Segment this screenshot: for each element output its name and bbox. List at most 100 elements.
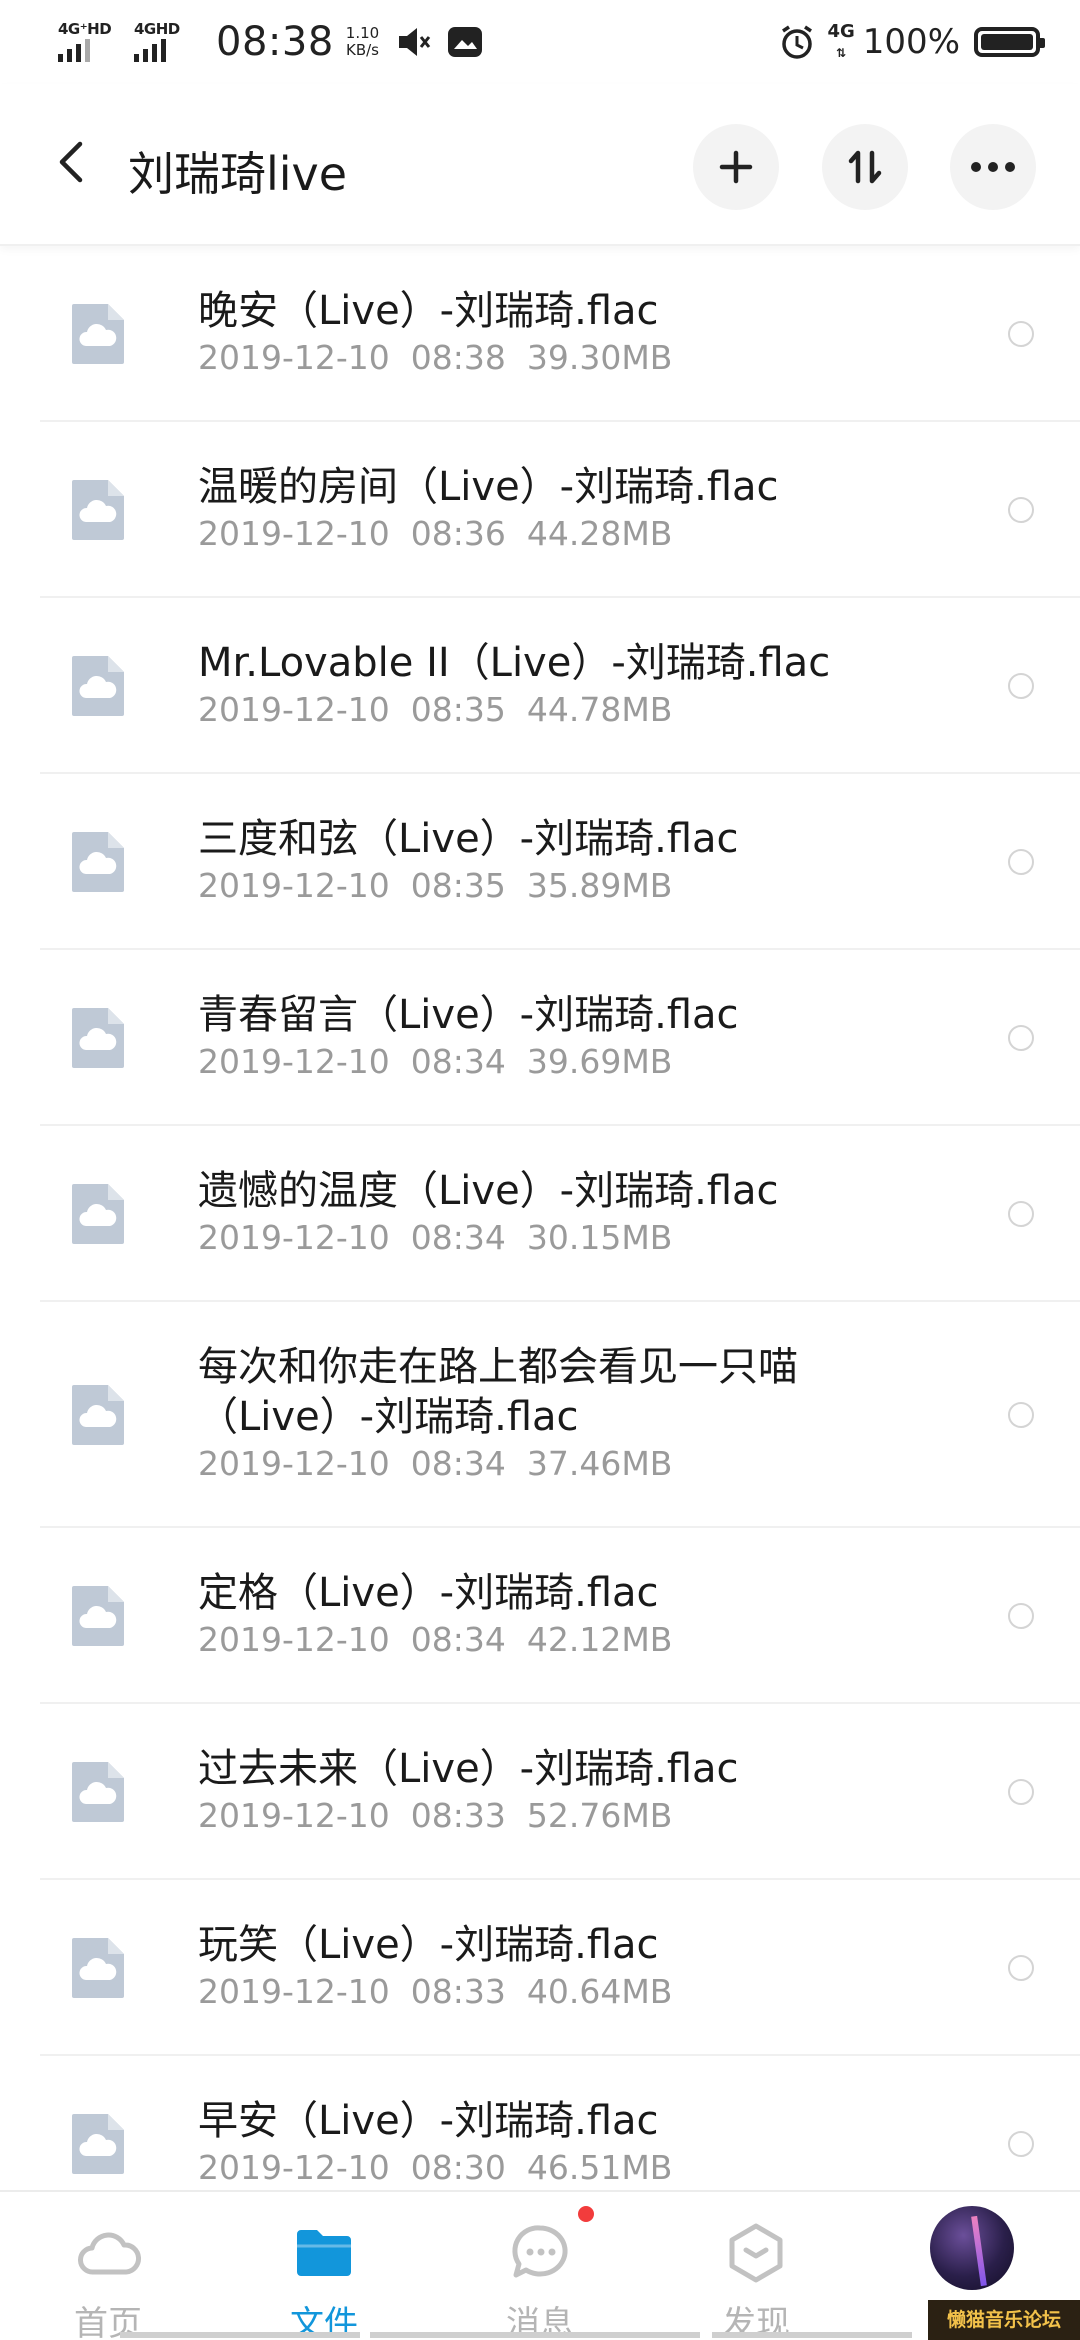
speed-value: 1.10	[345, 24, 380, 42]
file-name: 每次和你走在路上都会看见一只喵 （Live）-刘瑞琦.flac	[198, 1342, 898, 1442]
file-meta: 2019-12-10 08:33 40.64MB	[198, 1972, 672, 2011]
select-checkbox[interactable]	[1008, 1603, 1034, 1629]
file-name: 定格（Live）-刘瑞琦.flac	[198, 1570, 659, 1616]
file-cloud-icon	[72, 1586, 124, 1646]
select-checkbox[interactable]	[1008, 1955, 1034, 1981]
select-checkbox[interactable]	[1008, 497, 1034, 523]
file-cloud-icon	[72, 2114, 124, 2174]
file-name: 三度和弦（Live）-刘瑞琦.flac	[198, 816, 739, 862]
file-time: 08:34	[410, 1042, 506, 1081]
file-row[interactable]: 晚安（Live）-刘瑞琦.flac 2019-12-10 08:38 39.30…	[0, 246, 1080, 422]
file-row[interactable]: 每次和你走在路上都会看见一只喵 （Live）-刘瑞琦.flac 2019-12-…	[0, 1302, 1080, 1528]
select-checkbox[interactable]	[1008, 673, 1034, 699]
unread-badge	[578, 2206, 594, 2222]
speed-unit: KB/s	[345, 41, 379, 59]
discover-icon	[729, 2223, 783, 2283]
file-name-line: 每次和你走在路上都会看见一只喵	[198, 1344, 798, 1390]
back-button[interactable]	[44, 134, 100, 190]
file-row[interactable]: 温暖的房间（Live）-刘瑞琦.flac 2019-12-10 08:36 44…	[0, 422, 1080, 598]
network-type-icon: 4G ⇅	[827, 20, 855, 60]
battery-percent: 100%	[862, 22, 960, 62]
file-size: 46.51MB	[526, 2148, 673, 2187]
file-date: 2019-12-10	[198, 514, 390, 553]
file-date: 2019-12-10	[198, 2148, 390, 2187]
scroll-indicator	[120, 2332, 360, 2338]
top-app-bar: 刘瑞琦live	[0, 84, 1080, 246]
file-size: 44.28MB	[526, 514, 673, 553]
file-date: 2019-12-10	[198, 866, 390, 905]
sort-icon	[848, 150, 882, 184]
file-name: 遗憾的温度（Live）-刘瑞琦.flac	[198, 1168, 779, 1214]
network-speed: 1.10 KB/s	[346, 25, 379, 59]
file-meta: 2019-12-10 08:38 39.30MB	[198, 338, 672, 377]
file-cloud-icon	[72, 480, 124, 540]
nav-discover[interactable]: 发现	[656, 2192, 856, 2340]
file-name: 早安（Live）-刘瑞琦.flac	[198, 2098, 659, 2144]
chat-icon	[512, 2225, 568, 2278]
avatar[interactable]	[930, 2206, 1014, 2290]
file-time: 08:35	[410, 866, 506, 905]
file-time: 08:36	[410, 514, 506, 553]
file-name: 晚安（Live）-刘瑞琦.flac	[198, 288, 659, 334]
file-date: 2019-12-10	[198, 1796, 390, 1835]
file-meta: 2019-12-10 08:33 52.76MB	[198, 1796, 672, 1835]
select-checkbox[interactable]	[1008, 849, 1034, 875]
file-row[interactable]: 定格（Live）-刘瑞琦.flac 2019-12-10 08:34 42.12…	[0, 1528, 1080, 1704]
file-name: Mr.Lovable II（Live）-刘瑞琦.flac	[198, 640, 831, 686]
bottom-nav: 首页 文件 消息 发现	[0, 2190, 1080, 2340]
file-date: 2019-12-10	[198, 1620, 390, 1659]
file-meta: 2019-12-10 08:34 30.15MB	[198, 1218, 672, 1257]
file-time: 08:33	[410, 1796, 506, 1835]
sim1-signal-icon: 4G⁺HD	[58, 20, 124, 64]
file-row[interactable]: 遗憾的温度（Live）-刘瑞琦.flac 2019-12-10 08:34 30…	[0, 1126, 1080, 1302]
file-name: 青春留言（Live）-刘瑞琦.flac	[198, 992, 739, 1038]
file-meta: 2019-12-10 08:35 35.89MB	[198, 866, 672, 905]
file-date: 2019-12-10	[198, 338, 390, 377]
status-time: 08:38	[216, 19, 334, 65]
file-row[interactable]: 三度和弦（Live）-刘瑞琦.flac 2019-12-10 08:35 35.…	[0, 774, 1080, 950]
more-button[interactable]	[950, 124, 1036, 210]
sim1-label: 4G⁺HD	[58, 20, 112, 38]
add-button[interactable]	[693, 124, 779, 210]
sort-button[interactable]	[822, 124, 908, 210]
select-checkbox[interactable]	[1008, 1201, 1034, 1227]
nav-files[interactable]: 文件	[224, 2192, 424, 2340]
file-row[interactable]: 玩笑（Live）-刘瑞琦.flac 2019-12-10 08:33 40.64…	[0, 1880, 1080, 2056]
select-checkbox[interactable]	[1008, 1779, 1034, 1805]
file-time: 08:34	[410, 1444, 506, 1483]
file-name: 温暖的房间（Live）-刘瑞琦.flac	[198, 464, 779, 510]
folder-icon	[297, 2230, 351, 2276]
file-cloud-icon	[72, 656, 124, 716]
select-checkbox[interactable]	[1008, 321, 1034, 347]
nav-home[interactable]: 首页	[8, 2192, 208, 2340]
file-name: 过去未来（Live）-刘瑞琦.flac	[198, 1746, 739, 1792]
file-cloud-icon	[72, 1008, 124, 1068]
file-size: 40.64MB	[526, 1972, 673, 2011]
file-meta: 2019-12-10 08:35 44.78MB	[198, 690, 672, 729]
file-meta: 2019-12-10 08:34 39.69MB	[198, 1042, 672, 1081]
file-date: 2019-12-10	[198, 1218, 390, 1257]
file-row[interactable]: 过去未来（Live）-刘瑞琦.flac 2019-12-10 08:33 52.…	[0, 1704, 1080, 1880]
file-time: 08:38	[410, 338, 506, 377]
back-icon	[59, 141, 83, 183]
file-time: 08:34	[410, 1218, 506, 1257]
select-checkbox[interactable]	[1008, 1025, 1034, 1051]
network-type-label: 4G	[827, 20, 855, 42]
select-checkbox[interactable]	[1008, 1402, 1034, 1428]
file-date: 2019-12-10	[198, 1972, 390, 2011]
file-size: 52.76MB	[526, 1796, 673, 1835]
file-cloud-icon	[72, 1385, 124, 1445]
file-date: 2019-12-10	[198, 1042, 390, 1081]
file-row[interactable]: Mr.Lovable II（Live）-刘瑞琦.flac 2019-12-10 …	[0, 598, 1080, 774]
select-checkbox[interactable]	[1008, 2131, 1034, 2157]
watermark: 懒猫音乐论坛	[928, 2300, 1080, 2340]
file-meta: 2019-12-10 08:34 37.46MB	[198, 1444, 672, 1483]
file-cloud-icon	[72, 1184, 124, 1244]
file-meta: 2019-12-10 08:30 46.51MB	[198, 2148, 672, 2187]
file-date: 2019-12-10	[198, 690, 390, 729]
file-time: 08:33	[410, 1972, 506, 2011]
file-row[interactable]: 青春留言（Live）-刘瑞琦.flac 2019-12-10 08:34 39.…	[0, 950, 1080, 1126]
nav-messages[interactable]: 消息	[440, 2192, 640, 2340]
battery-icon	[974, 27, 1045, 57]
more-icon	[971, 162, 1015, 172]
